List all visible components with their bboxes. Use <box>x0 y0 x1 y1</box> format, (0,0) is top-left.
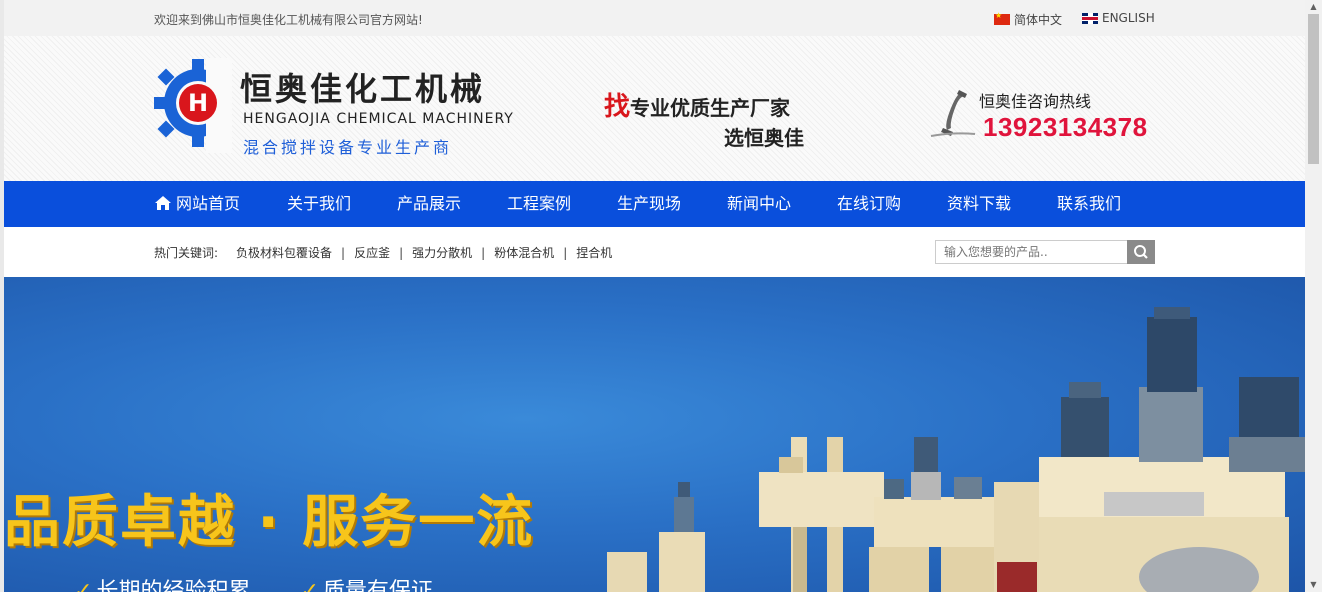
scroll-up-arrow-icon[interactable]: ▲ <box>1308 2 1319 12</box>
hotline: 恒奥佳咨询热线 13923134378 <box>929 86 1169 146</box>
keyword-separator: | <box>563 246 568 260</box>
hotline-number: 13923134378 <box>983 112 1148 142</box>
site-logo[interactable]: H 恒奥佳化工机械 HENGAOJIA CHEMICAL MACHINERY 混… <box>154 58 524 158</box>
lang-chinese-label: 简体中文 <box>1014 13 1063 27</box>
check-icon: ✓ <box>74 579 93 592</box>
hot-keywords-label: 热门关键词: <box>154 246 219 260</box>
hotline-label: 恒奥佳咨询热线 <box>979 92 1092 111</box>
header-slogan: 找专业优质生产厂家 选恒奥佳 <box>604 86 824 156</box>
slogan-highlight: 找 <box>604 92 631 122</box>
keyword-link[interactable]: 强力分散机 <box>412 246 472 260</box>
keyword-link[interactable]: 负极材料包覆设备 <box>236 246 332 260</box>
nav-item-production[interactable]: 生产现场 <box>617 181 681 227</box>
telephone-icon <box>930 90 976 137</box>
logo-english-name: HENGAOJIA CHEMICAL MACHINERY <box>243 111 514 127</box>
lang-english-link[interactable]: ENGLISH <box>1082 11 1155 25</box>
slogan-line-1-text: 专业优质生产厂家 <box>630 96 791 120</box>
china-flag-icon <box>994 11 1010 25</box>
nav-item-news[interactable]: 新闻中心 <box>727 181 791 227</box>
nav-item-cases[interactable]: 工程案例 <box>507 181 571 227</box>
svg-text:H: H <box>188 89 208 117</box>
lang-chinese-link[interactable]: 简体中文 <box>994 11 1062 28</box>
search-input[interactable] <box>935 240 1128 264</box>
nav-item-downloads[interactable]: 资料下载 <box>947 181 1011 227</box>
hot-keywords-list: 负极材料包覆设备 | 反应釜 | 强力分散机 | 粉体混合机 | 捏合机 <box>236 244 612 261</box>
scrollbar-thumb[interactable] <box>1308 14 1319 164</box>
logo-tagline: 混合搅拌设备专业生产商 <box>243 138 453 157</box>
welcome-text: 欢迎来到佛山市恒奥佳化工机械有限公司官方网站! <box>154 13 423 27</box>
mixer-machines-image <box>607 307 1305 592</box>
search-button[interactable] <box>1127 240 1155 264</box>
keyword-separator: | <box>399 246 404 260</box>
nav-item-about[interactable]: 关于我们 <box>287 181 351 227</box>
banner-point-2: 质量有保证 <box>322 579 433 592</box>
nav-item-order[interactable]: 在线订购 <box>837 181 901 227</box>
keyword-link[interactable]: 捏合机 <box>576 246 612 260</box>
banner-points: ✓ 长期的经验积累 ✓ 质量有保证 <box>74 573 433 592</box>
keyword-separator: | <box>341 246 346 260</box>
gear-logo-icon: H <box>154 58 232 153</box>
check-icon: ✓ <box>300 579 319 592</box>
slogan-line-2: 选恒奥佳 <box>724 126 804 150</box>
nav-item-home[interactable]: 网站首页 <box>154 181 240 227</box>
hero-banner[interactable]: 品质卓越 · 服务一流 ✓ 长期的经验积累 ✓ 质量有保证 <box>4 277 1305 592</box>
logo-chinese-name: 恒奥佳化工机械 <box>240 70 486 108</box>
slogan-line-1: 找专业优质生产厂家 <box>604 86 790 123</box>
home-icon <box>155 196 171 210</box>
keyword-link[interactable]: 粉体混合机 <box>494 246 554 260</box>
banner-point-1: 长期的经验积累 <box>96 579 251 592</box>
page: 欢迎来到佛山市恒奥佳化工机械有限公司官方网站! 简体中文 ENGLISH <box>4 0 1305 592</box>
lang-english-label: ENGLISH <box>1102 11 1155 25</box>
site-header: H 恒奥佳化工机械 HENGAOJIA CHEMICAL MACHINERY 混… <box>4 36 1305 181</box>
search-icon <box>1134 245 1148 259</box>
top-bar: 欢迎来到佛山市恒奥佳化工机械有限公司官方网站! 简体中文 ENGLISH <box>4 0 1305 36</box>
banner-title: 品质卓越 · 服务一流 <box>4 490 535 555</box>
keyword-separator: | <box>481 246 486 260</box>
nav-item-label: 网站首页 <box>176 194 241 213</box>
keyword-link[interactable]: 反应釜 <box>354 246 390 260</box>
scroll-down-arrow-icon[interactable]: ▼ <box>1308 580 1319 590</box>
nav-item-contact[interactable]: 联系我们 <box>1057 181 1121 227</box>
nav-item-products[interactable]: 产品展示 <box>397 181 461 227</box>
uk-flag-icon <box>1082 12 1098 24</box>
keyword-bar: 热门关键词: 负极材料包覆设备 | 反应釜 | 强力分散机 | 粉体混合机 | 捏合机 <box>4 227 1305 277</box>
main-nav: 网站首页 关于我们 产品展示 工程案例 生产现场 新闻中心 在线订购 资料下载 … <box>4 181 1305 227</box>
